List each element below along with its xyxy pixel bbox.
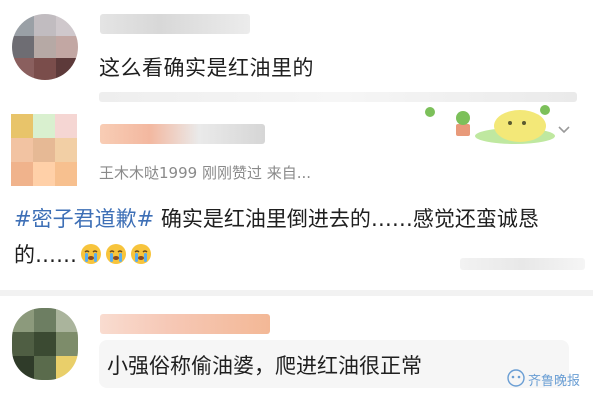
watermark-text: 齐鲁晚报 (528, 374, 581, 389)
divider (0, 290, 593, 296)
watermark-logo-icon (507, 369, 525, 387)
username-blurred (100, 124, 265, 144)
comment-text: 小强俗称偷油婆，爬进红油很正常 (107, 354, 422, 378)
avatar[interactable] (12, 14, 78, 80)
card-decoration-icon (425, 105, 555, 144)
chevron-down-icon[interactable] (557, 123, 571, 137)
avatar[interactable] (11, 114, 77, 186)
crying-face-icon (106, 244, 126, 264)
user-meta-line: 王木木哒1999 刚刚赞过 来自... (99, 164, 312, 182)
comment-meta-blurred (460, 258, 585, 270)
username-blurred (100, 14, 250, 34)
comment-text: 这么看确实是红油里的 (99, 56, 314, 80)
comment-meta-blurred (99, 92, 577, 102)
crying-face-icon (131, 244, 151, 264)
username-blurred (100, 314, 270, 334)
hashtag-link[interactable]: #密子君道歉# (14, 207, 154, 231)
avatar[interactable] (12, 308, 78, 380)
crying-face-icon (81, 244, 101, 264)
